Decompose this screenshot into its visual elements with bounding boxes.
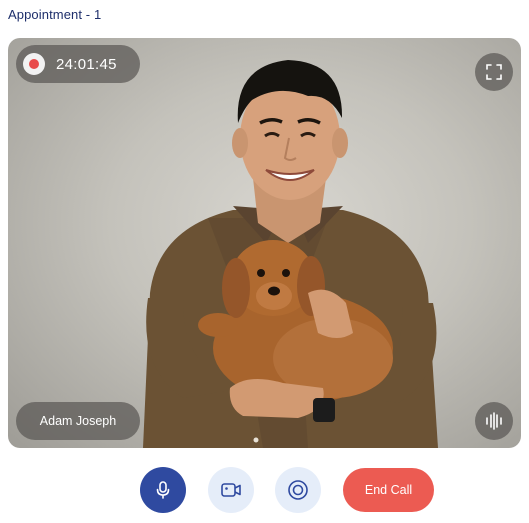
audio-waveform-icon: [486, 412, 502, 430]
record-dot-icon: [23, 53, 45, 75]
microphone-button[interactable]: [140, 467, 186, 513]
microphone-icon: [156, 481, 170, 499]
recording-timer: 24:01:45: [56, 55, 117, 73]
audio-level-button[interactable]: [475, 402, 513, 440]
record-icon: [288, 480, 308, 500]
participant-video-image: [143, 60, 438, 448]
video-call-page: Appointment - 1 24:01:45 Adam Joseph End…: [0, 0, 529, 523]
recording-timer-pill: 24:01:45: [16, 45, 140, 83]
camera-button[interactable]: [208, 467, 254, 513]
call-controls: End Call: [0, 467, 529, 513]
end-call-button[interactable]: End Call: [343, 468, 434, 512]
record-button[interactable]: [275, 467, 321, 513]
page-title: Appointment - 1: [8, 7, 102, 22]
video-feed: 24:01:45 Adam Joseph: [8, 38, 521, 448]
fullscreen-icon: [486, 64, 502, 80]
video-camera-icon: [221, 483, 241, 497]
participant-name-pill: Adam Joseph: [16, 402, 140, 440]
participant-name: Adam Joseph: [39, 414, 117, 428]
fullscreen-button[interactable]: [475, 53, 513, 91]
